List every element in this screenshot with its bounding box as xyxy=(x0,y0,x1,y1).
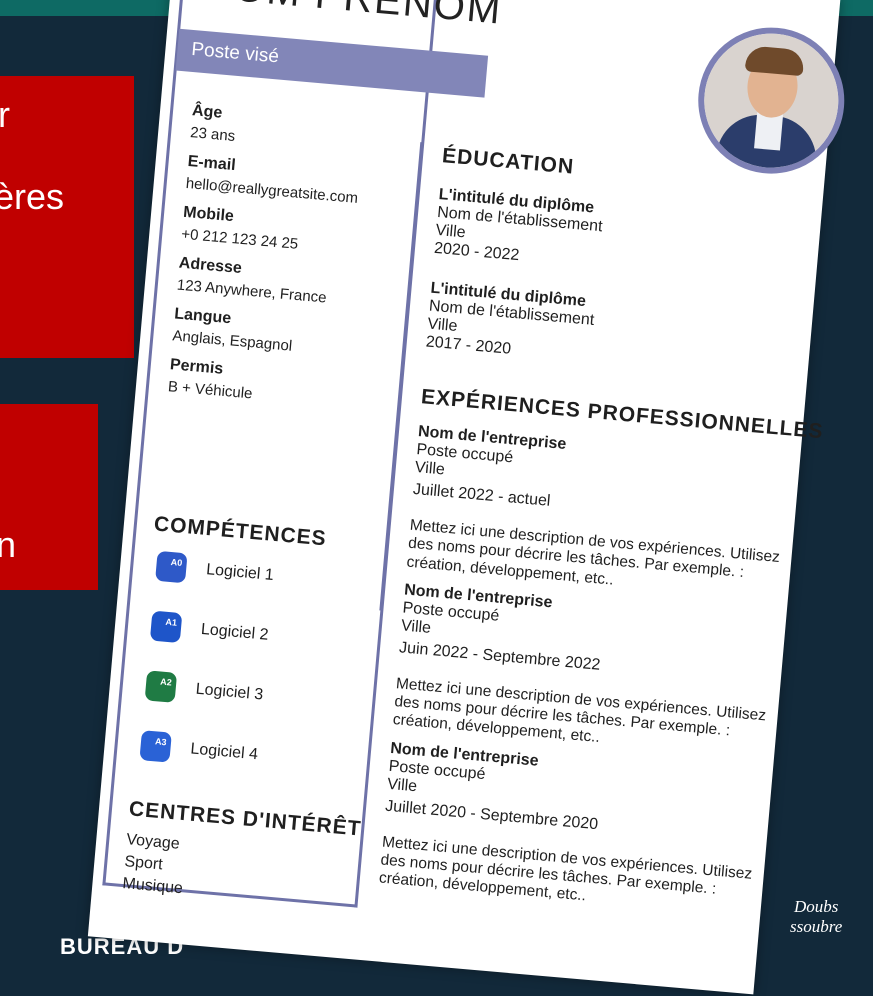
skill-label: Logiciel 1 xyxy=(205,561,275,584)
job-description: Mettez ici une description de vos expéri… xyxy=(378,833,753,920)
skill-label: Logiciel 3 xyxy=(195,680,264,704)
skill-item: A0 Logiciel 1 xyxy=(148,544,372,615)
experience-entry: Nom de l'entreprise Poste occupé Ville J… xyxy=(392,581,774,762)
skill-item: A1 Logiciel 2 xyxy=(142,604,366,675)
red-banner-2: n xyxy=(0,404,98,590)
personal-info: Âge 23 ans E-mail hello@reallygreatsite.… xyxy=(167,90,413,414)
poste-text: Poste visé xyxy=(190,38,280,68)
logo-line-1: Doubs xyxy=(794,897,839,916)
education-entry: L'intitulé du diplôme Nom de l'établisse… xyxy=(425,280,800,384)
software-icon-label: A1 xyxy=(165,616,178,628)
software-icon-label: A2 xyxy=(159,676,173,688)
profile-photo xyxy=(692,21,851,180)
cv-document: NOM PRÉNOM Poste visé Âge 23 ans E-mail … xyxy=(87,0,851,995)
software-icon-label: A3 xyxy=(154,736,167,748)
software-icon: A1 xyxy=(149,610,183,644)
skills-section: COMPÉTENCES A0 Logiciel 1 A1 Logiciel 2 … xyxy=(132,512,374,794)
photo-shirt xyxy=(754,112,784,151)
experience-entry: Nom de l'entreprise Poste occupé Ville J… xyxy=(406,423,788,604)
education-entry: L'intitulé du diplôme Nom de l'établisse… xyxy=(433,186,808,290)
software-icon: A3 xyxy=(139,730,172,763)
red-banner-2-line-1: n xyxy=(0,524,17,565)
skill-item: A2 Logiciel 3 xyxy=(137,664,361,735)
skill-label: Logiciel 4 xyxy=(189,740,259,764)
red-banner-1: r ères xyxy=(0,76,134,358)
software-icon: A0 xyxy=(155,550,188,584)
interests-section: CENTRES D'INTÉRÊT Voyage Sport Musique xyxy=(122,797,363,913)
experience-entry: Nom de l'entreprise Poste occupé Ville J… xyxy=(378,740,760,921)
logo-line-2: ssoubre xyxy=(790,917,843,936)
skill-label: Logiciel 2 xyxy=(200,620,270,644)
red-banner-1-line-1: r xyxy=(0,94,10,135)
software-icon-label: A0 xyxy=(170,557,183,568)
software-icon: A2 xyxy=(144,670,178,703)
red-banner-1-line-2: ères xyxy=(0,176,65,217)
main-column: ÉDUCATION L'intitulé du diplôme Nom de l… xyxy=(378,144,824,921)
